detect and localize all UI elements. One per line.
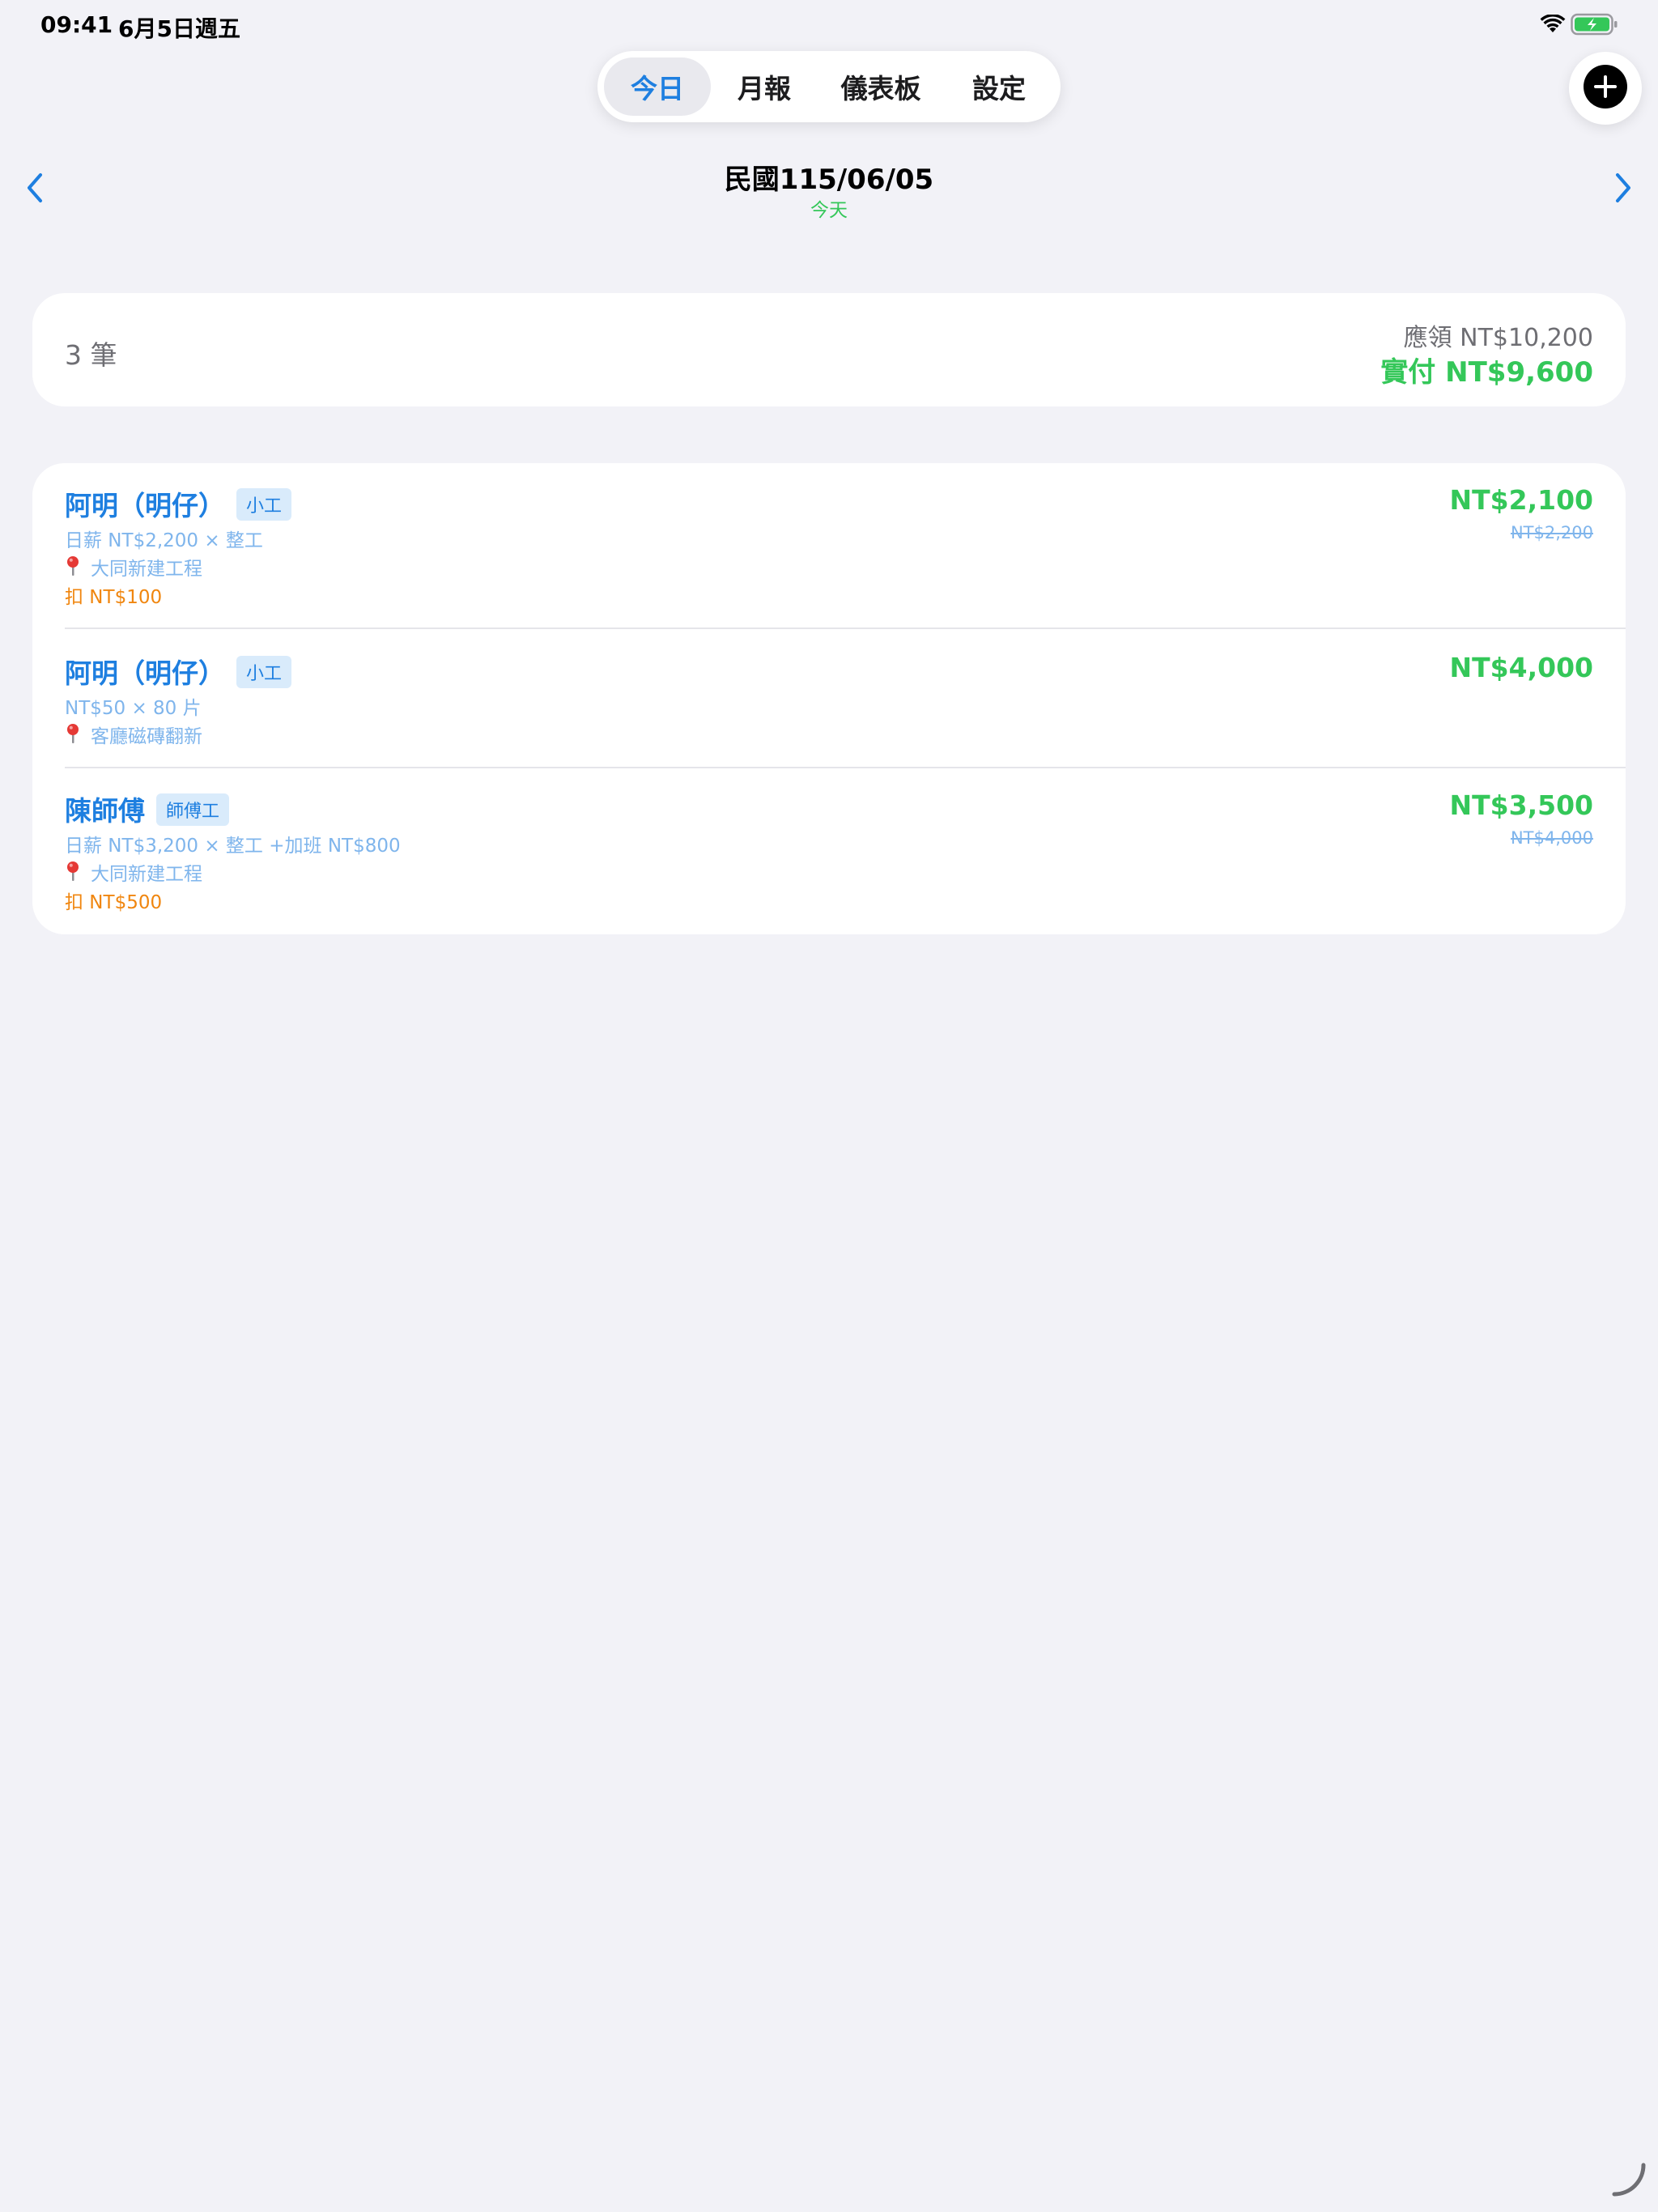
summary-card: 3 筆 應領 NT$10,200 實付 NT$9,600 — [32, 293, 1626, 406]
list-item[interactable]: 阿明（明仔） 小工 NT$50 × 80 片 客廳磁磚翻新 NT$4,000 — [32, 629, 1626, 767]
wifi-icon — [1540, 14, 1566, 37]
list-item[interactable]: 陳師傅 師傅工 日薪 NT$3,200 × 整工 +加班 NT$800 大同新建工… — [32, 768, 1626, 934]
location-text: 大同新建工程 — [91, 864, 202, 885]
tab-monthly-report[interactable]: 月報 — [711, 57, 818, 116]
location: 客廳磁磚翻新 — [65, 721, 202, 751]
worker-name: 阿明（明仔） — [65, 490, 225, 521]
date-title: 民國115/06/05 — [724, 164, 934, 196]
location: 大同新建工程 — [65, 553, 202, 583]
location: 大同新建工程 — [65, 858, 202, 888]
location-text: 大同新建工程 — [91, 559, 202, 580]
location-pin-icon — [65, 555, 81, 581]
amount-paid: 實付 NT$9,600 — [1380, 356, 1593, 389]
plus-circle-icon — [1583, 64, 1628, 113]
tab-today[interactable]: 今日 — [604, 57, 711, 116]
tab-dashboard[interactable]: 儀表板 — [818, 57, 944, 116]
role-badge: 師傅工 — [156, 793, 230, 826]
wage-detail: 日薪 NT$3,200 × 整工 +加班 NT$800 — [65, 836, 401, 857]
status-time: 09:41 — [40, 11, 113, 38]
wage-detail: 日薪 NT$2,200 × 整工 — [65, 530, 263, 551]
record-count: 3 筆 — [65, 339, 117, 371]
amount-due: 應領 NT$10,200 — [1403, 324, 1593, 352]
deduction: 扣 NT$500 — [65, 892, 163, 913]
net-amount: NT$4,000 — [1449, 652, 1593, 683]
role-badge: 小工 — [236, 655, 292, 688]
status-date: 6月5日週五 — [118, 15, 240, 42]
list-item[interactable]: 阿明（明仔） 小工 日薪 NT$2,200 × 整工 大同新建工程 扣 NT$10… — [32, 463, 1626, 628]
net-amount: NT$2,100 — [1449, 484, 1593, 516]
tab-settings[interactable]: 設定 — [944, 57, 1054, 116]
deduction: 扣 NT$100 — [65, 587, 163, 608]
chevron-right-icon[interactable] — [1611, 172, 1634, 207]
worker-name: 陳師傅 — [65, 795, 145, 827]
net-amount: NT$3,500 — [1449, 789, 1593, 821]
location-pin-icon — [65, 723, 81, 749]
location-text: 客廳磁磚翻新 — [91, 726, 202, 747]
date-subtitle: 今天 — [810, 200, 848, 221]
wage-detail: NT$50 × 80 片 — [65, 698, 202, 719]
records-list: 阿明（明仔） 小工 日薪 NT$2,200 × 整工 大同新建工程 扣 NT$10… — [32, 463, 1626, 934]
location-pin-icon — [65, 861, 81, 887]
role-badge: 小工 — [236, 487, 292, 521]
original-amount: NT$2,200 — [1510, 523, 1593, 542]
battery-charging-icon — [1571, 13, 1619, 39]
add-record-button[interactable] — [1569, 52, 1642, 125]
tab-bar: 今日 月報 儀表板 設定 — [597, 51, 1061, 122]
worker-name: 阿明（明仔） — [65, 657, 225, 689]
scroll-corner-indicator — [1611, 2162, 1647, 2201]
original-amount: NT$4,000 — [1510, 828, 1593, 848]
